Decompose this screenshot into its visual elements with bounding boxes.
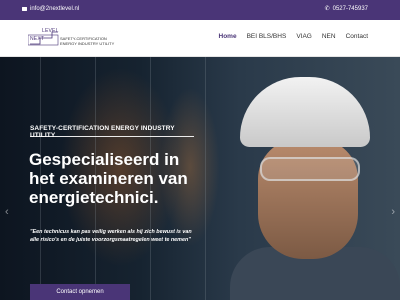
nav-item-viag[interactable]: VIAG [296,33,312,40]
phone-icon: ✆ [324,6,330,12]
divider [30,136,194,137]
technician-photo [220,77,400,300]
top-contact-bar: info@2nextlevel.nl ✆ 0527-745937 [0,0,400,20]
main-nav: Home BEI BLS/BHS VIAG NEN Contact [219,33,369,40]
site-logo[interactable]: LEVEL NEXT SAFETY-CERTIFICATION ENERGY I… [28,26,123,52]
envelope-icon [22,7,27,11]
nav-item-contact[interactable]: Contact [346,33,368,40]
safety-glasses [260,157,360,181]
nav-item-home[interactable]: Home [219,33,237,40]
nav-item-bei-bls-bhs[interactable]: BEI BLS/BHS [247,33,287,40]
email-link[interactable]: info@2nextlevel.nl [22,6,79,12]
logo-word-level: LEVEL [42,28,59,34]
phone-text: 0527-745937 [332,6,368,12]
logo-word-next: NEXT [30,36,45,42]
chevron-left-icon[interactable]: ‹ [5,206,9,218]
nav-item-nen[interactable]: NEN [322,33,336,40]
email-text: info@2nextlevel.nl [30,6,80,12]
hero-headline: Gespecialiseerd in het examineren van en… [29,150,188,207]
hero-quote: "Een technicus kan pas veilig werken als… [30,229,192,243]
chevron-right-icon[interactable]: › [391,206,395,218]
phone-link[interactable]: ✆ 0527-745937 [325,6,368,12]
logo-tagline-2: ENERGY INDUSTRY UTILITY [60,41,115,46]
site-header: LEVEL NEXT SAFETY-CERTIFICATION ENERGY I… [0,20,400,57]
safety-helmet [240,77,370,147]
contact-button[interactable]: Contact opnemen [30,284,130,300]
